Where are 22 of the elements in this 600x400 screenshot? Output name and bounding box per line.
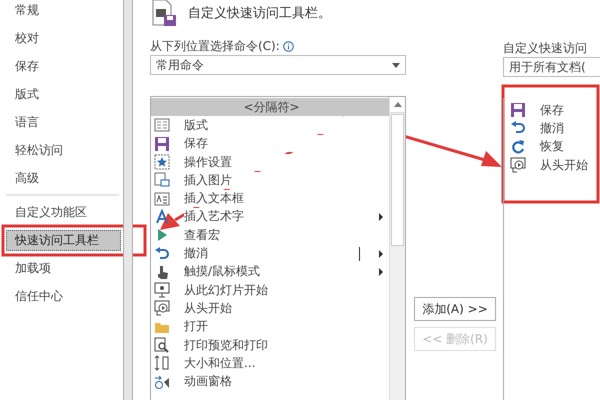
- sidebar-item[interactable]: 版式: [6, 84, 121, 105]
- sidebar-item[interactable]: 保存: [6, 56, 121, 77]
- sidebar-item[interactable]: 高级: [6, 168, 121, 189]
- section-heading: 自定义快速访问工具栏。: [188, 5, 331, 22]
- toolbar-command[interactable]: 从头开始: [540, 156, 588, 174]
- toolbar-command[interactable]: 恢复: [540, 138, 564, 156]
- toolbar-command[interactable]: 保存: [540, 102, 564, 119]
- sidebar-item[interactable]: 信任中心: [6, 286, 121, 307]
- add-button[interactable]: 添加(A) >>: [414, 297, 496, 321]
- sidebar-item[interactable]: 校对: [6, 28, 121, 49]
- field-label: 自定义快速访问: [503, 40, 587, 56]
- sidebar-item[interactable]: 语言: [6, 112, 121, 133]
- sidebar-item[interactable]: 快速访问工具栏: [6, 230, 121, 251]
- command-source-dropdown[interactable]: 常用命令: [150, 55, 406, 75]
- field-label: 从下列位置选择命令(C):: [150, 38, 280, 54]
- sidebar-item[interactable]: 轻松访问: [6, 140, 121, 161]
- sidebar-item[interactable]: 自定义功能区: [6, 202, 121, 223]
- command-item[interactable]: <分隔符>: [151, 98, 389, 116]
- toolbar-command[interactable]: 撤消: [540, 120, 564, 137]
- sidebar-item[interactable]: 常规: [6, 0, 121, 21]
- sidebar-item[interactable]: 加载项: [6, 258, 121, 279]
- scope-dropdown[interactable]: 用于所有文档(: [503, 57, 600, 77]
